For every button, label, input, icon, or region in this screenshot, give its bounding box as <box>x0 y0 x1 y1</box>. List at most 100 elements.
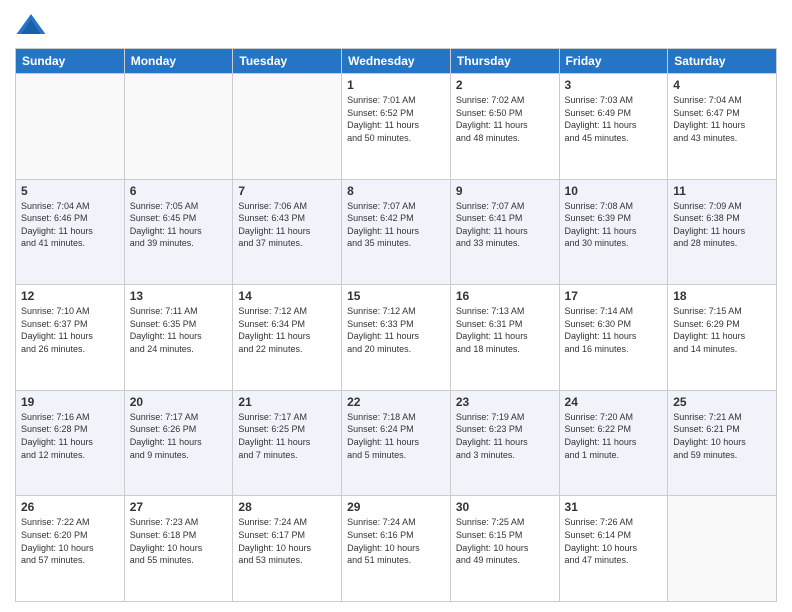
day-number: 16 <box>456 289 554 303</box>
day-info: Sunrise: 7:09 AM Sunset: 6:38 PM Dayligh… <box>673 200 771 250</box>
day-info: Sunrise: 7:20 AM Sunset: 6:22 PM Dayligh… <box>565 411 663 461</box>
calendar-cell: 19Sunrise: 7:16 AM Sunset: 6:28 PM Dayli… <box>16 390 125 496</box>
day-number: 9 <box>456 184 554 198</box>
calendar-cell: 30 Sunrise: 7:25 AM Sunset: 6:15 PM Dayli… <box>450 496 559 602</box>
calendar-cell: 29 Sunrise: 7:24 AM Sunset: 6:16 PM Dayli… <box>342 496 451 602</box>
calendar-cell: 18 Sunrise: 7:15 AM Sunset: 6:29 PM Dayli… <box>668 285 777 391</box>
day-info: Sunrise: 7:14 AM Sunset: 6:30 PM Dayligh… <box>565 305 663 355</box>
calendar-cell: 7 Sunrise: 7:06 AM Sunset: 6:43 PM Daylig… <box>233 179 342 285</box>
day-number: 27 <box>130 500 228 514</box>
day-number: 5 <box>21 184 119 198</box>
logo <box>15 10 51 42</box>
calendar-table: SundayMondayTuesdayWednesdayThursdayFrid… <box>15 48 777 602</box>
day-info: Sunrise: 7:07 AM Sunset: 6:41 PM Dayligh… <box>456 200 554 250</box>
day-info: Sunrise: 7:12 AM Sunset: 6:34 PM Dayligh… <box>238 305 336 355</box>
logo-icon <box>15 10 47 42</box>
day-number: 1 <box>347 78 445 92</box>
weekday-header-wednesday: Wednesday <box>342 49 451 74</box>
day-number: 25 <box>673 395 771 409</box>
day-info: Sunrise: 7:18 AM Sunset: 6:24 PM Dayligh… <box>347 411 445 461</box>
day-info: Sunrise: 7:26 AM Sunset: 6:14 PM Dayligh… <box>565 516 663 566</box>
day-info: Sunrise: 7:07 AM Sunset: 6:42 PM Dayligh… <box>347 200 445 250</box>
calendar-cell: 28 Sunrise: 7:24 AM Sunset: 6:17 PM Dayli… <box>233 496 342 602</box>
day-number: 11 <box>673 184 771 198</box>
calendar-cell: 9 Sunrise: 7:07 AM Sunset: 6:41 PM Daylig… <box>450 179 559 285</box>
weekday-header-monday: Monday <box>124 49 233 74</box>
calendar-cell: 17 Sunrise: 7:14 AM Sunset: 6:30 PM Dayli… <box>559 285 668 391</box>
calendar-cell <box>668 496 777 602</box>
day-number: 15 <box>347 289 445 303</box>
day-info: Sunrise: 7:25 AM Sunset: 6:15 PM Dayligh… <box>456 516 554 566</box>
weekday-header-tuesday: Tuesday <box>233 49 342 74</box>
calendar-cell: 10Sunrise: 7:08 AM Sunset: 6:39 PM Dayli… <box>559 179 668 285</box>
calendar-week-2: 12 Sunrise: 7:10 AM Sunset: 6:37 PM Dayli… <box>16 285 777 391</box>
day-number: 12 <box>21 289 119 303</box>
calendar-week-1: 5 Sunrise: 7:04 AM Sunset: 6:46 PM Daylig… <box>16 179 777 285</box>
day-number: 10 <box>565 184 663 198</box>
day-number: 22 <box>347 395 445 409</box>
day-info: Sunrise: 7:24 AM Sunset: 6:17 PM Dayligh… <box>238 516 336 566</box>
day-info: Sunrise: 7:04 AM Sunset: 6:46 PM Dayligh… <box>21 200 119 250</box>
day-number: 18 <box>673 289 771 303</box>
calendar-cell: 3 Sunrise: 7:03 AM Sunset: 6:49 PM Daylig… <box>559 74 668 180</box>
day-number: 4 <box>673 78 771 92</box>
day-info: Sunrise: 7:15 AM Sunset: 6:29 PM Dayligh… <box>673 305 771 355</box>
calendar-cell: 20Sunrise: 7:17 AM Sunset: 6:26 PM Dayli… <box>124 390 233 496</box>
calendar-cell: 22 Sunrise: 7:18 AM Sunset: 6:24 PM Dayli… <box>342 390 451 496</box>
calendar-cell: 14Sunrise: 7:12 AM Sunset: 6:34 PM Dayli… <box>233 285 342 391</box>
day-info: Sunrise: 7:01 AM Sunset: 6:52 PM Dayligh… <box>347 94 445 144</box>
day-info: Sunrise: 7:05 AM Sunset: 6:45 PM Dayligh… <box>130 200 228 250</box>
calendar-cell: 4 Sunrise: 7:04 AM Sunset: 6:47 PM Daylig… <box>668 74 777 180</box>
calendar-cell: 6 Sunrise: 7:05 AM Sunset: 6:45 PM Daylig… <box>124 179 233 285</box>
calendar-cell: 5 Sunrise: 7:04 AM Sunset: 6:46 PM Daylig… <box>16 179 125 285</box>
weekday-header-saturday: Saturday <box>668 49 777 74</box>
day-info: Sunrise: 7:17 AM Sunset: 6:26 PM Dayligh… <box>130 411 228 461</box>
day-info: Sunrise: 7:03 AM Sunset: 6:49 PM Dayligh… <box>565 94 663 144</box>
calendar-cell: 12 Sunrise: 7:10 AM Sunset: 6:37 PM Dayli… <box>16 285 125 391</box>
day-number: 3 <box>565 78 663 92</box>
header <box>15 10 777 42</box>
calendar-cell: 1 Sunrise: 7:01 AM Sunset: 6:52 PM Daylig… <box>342 74 451 180</box>
day-number: 31 <box>565 500 663 514</box>
day-info: Sunrise: 7:19 AM Sunset: 6:23 PM Dayligh… <box>456 411 554 461</box>
calendar-cell: 8 Sunrise: 7:07 AM Sunset: 6:42 PM Daylig… <box>342 179 451 285</box>
day-number: 28 <box>238 500 336 514</box>
day-number: 21 <box>238 395 336 409</box>
weekday-header-thursday: Thursday <box>450 49 559 74</box>
day-number: 13 <box>130 289 228 303</box>
calendar-week-0: 1 Sunrise: 7:01 AM Sunset: 6:52 PM Daylig… <box>16 74 777 180</box>
weekday-header-friday: Friday <box>559 49 668 74</box>
day-info: Sunrise: 7:21 AM Sunset: 6:21 PM Dayligh… <box>673 411 771 461</box>
weekday-header-row: SundayMondayTuesdayWednesdayThursdayFrid… <box>16 49 777 74</box>
day-info: Sunrise: 7:10 AM Sunset: 6:37 PM Dayligh… <box>21 305 119 355</box>
calendar-cell: 25 Sunrise: 7:21 AM Sunset: 6:21 PM Dayli… <box>668 390 777 496</box>
day-info: Sunrise: 7:06 AM Sunset: 6:43 PM Dayligh… <box>238 200 336 250</box>
day-number: 29 <box>347 500 445 514</box>
day-info: Sunrise: 7:13 AM Sunset: 6:31 PM Dayligh… <box>456 305 554 355</box>
day-info: Sunrise: 7:24 AM Sunset: 6:16 PM Dayligh… <box>347 516 445 566</box>
day-number: 8 <box>347 184 445 198</box>
calendar-cell: 24 Sunrise: 7:20 AM Sunset: 6:22 PM Dayli… <box>559 390 668 496</box>
day-number: 30 <box>456 500 554 514</box>
calendar-cell: 31 Sunrise: 7:26 AM Sunset: 6:14 PM Dayli… <box>559 496 668 602</box>
calendar-cell <box>233 74 342 180</box>
calendar-cell <box>124 74 233 180</box>
calendar-week-3: 19Sunrise: 7:16 AM Sunset: 6:28 PM Dayli… <box>16 390 777 496</box>
calendar-cell: 11 Sunrise: 7:09 AM Sunset: 6:38 PM Dayli… <box>668 179 777 285</box>
calendar-cell <box>16 74 125 180</box>
day-number: 17 <box>565 289 663 303</box>
day-number: 23 <box>456 395 554 409</box>
day-number: 6 <box>130 184 228 198</box>
day-info: Sunrise: 7:23 AM Sunset: 6:18 PM Dayligh… <box>130 516 228 566</box>
calendar-cell: 15 Sunrise: 7:12 AM Sunset: 6:33 PM Dayli… <box>342 285 451 391</box>
day-info: Sunrise: 7:02 AM Sunset: 6:50 PM Dayligh… <box>456 94 554 144</box>
day-number: 19 <box>21 395 119 409</box>
calendar-cell: 27 Sunrise: 7:23 AM Sunset: 6:18 PM Dayli… <box>124 496 233 602</box>
day-number: 24 <box>565 395 663 409</box>
day-number: 7 <box>238 184 336 198</box>
calendar-cell: 2Sunrise: 7:02 AM Sunset: 6:50 PM Daylig… <box>450 74 559 180</box>
calendar-cell: 23 Sunrise: 7:19 AM Sunset: 6:23 PM Dayli… <box>450 390 559 496</box>
day-info: Sunrise: 7:04 AM Sunset: 6:47 PM Dayligh… <box>673 94 771 144</box>
day-info: Sunrise: 7:12 AM Sunset: 6:33 PM Dayligh… <box>347 305 445 355</box>
page: SundayMondayTuesdayWednesdayThursdayFrid… <box>0 0 792 612</box>
